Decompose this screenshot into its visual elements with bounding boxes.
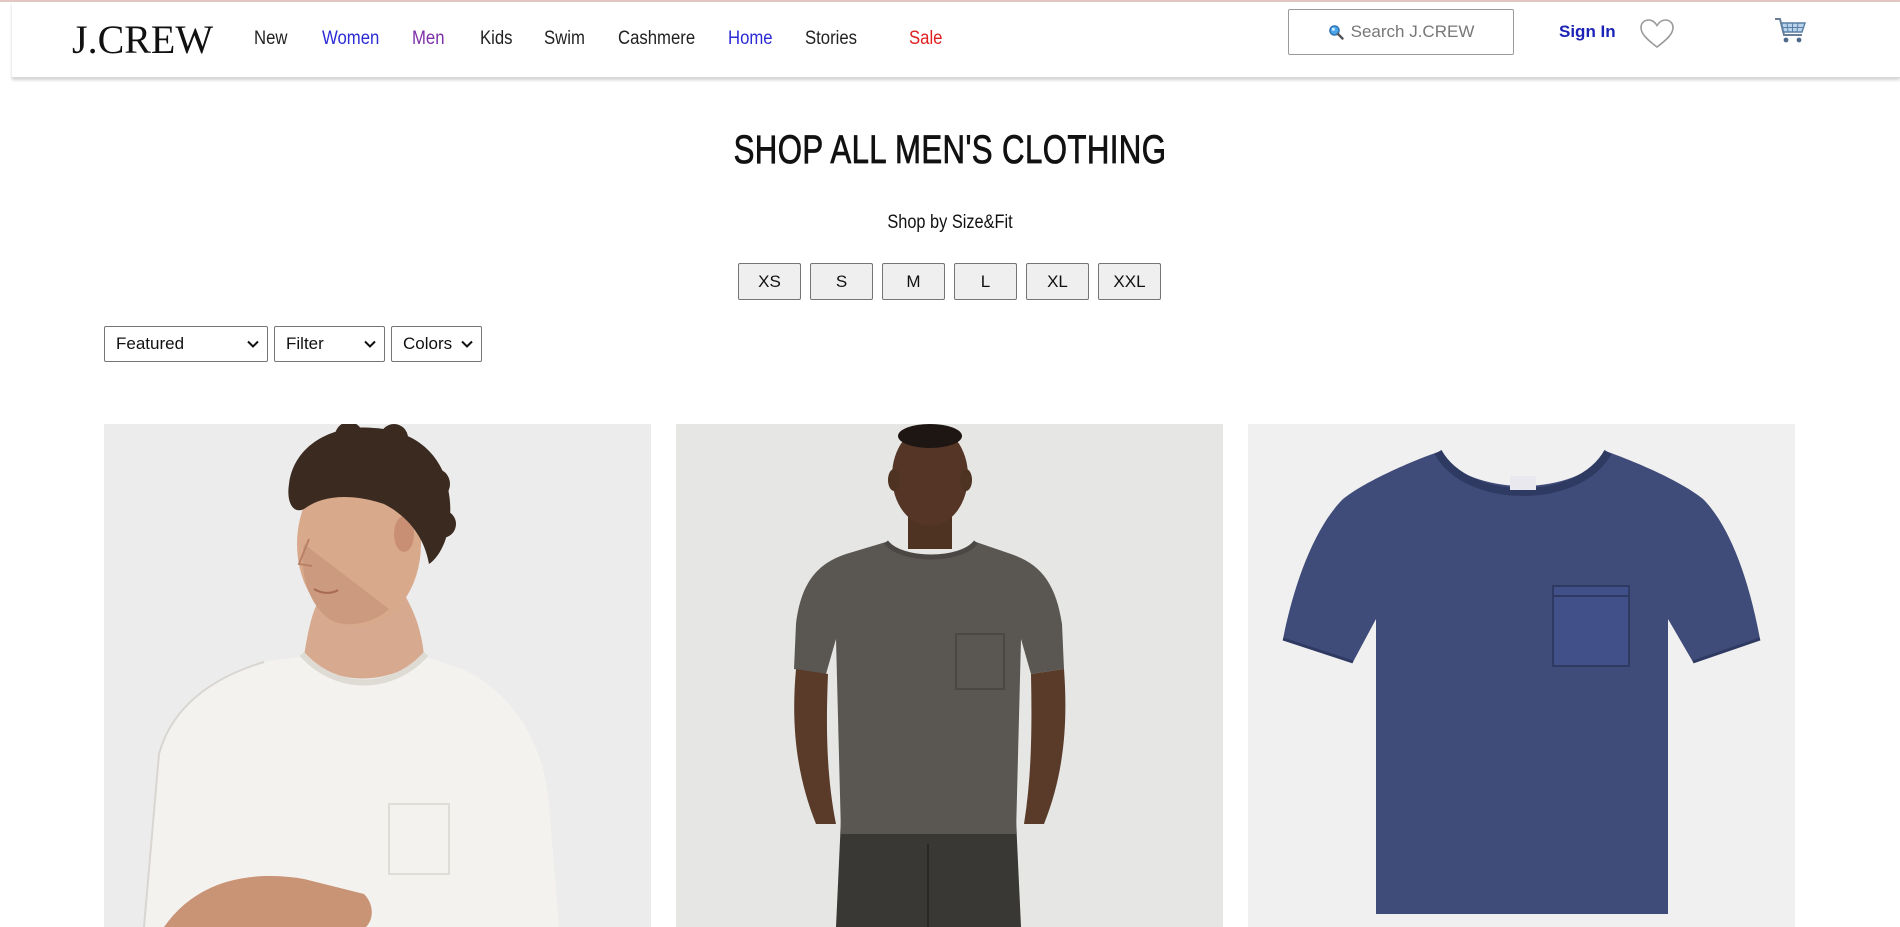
nav-stories[interactable]: Stories (805, 28, 857, 50)
nav-sale[interactable]: Sale (909, 28, 942, 50)
size-fit-heading: Shop by Size&Fit (887, 212, 1013, 233)
size-button-xs[interactable]: XS (738, 263, 801, 300)
product-image[interactable] (1248, 424, 1795, 927)
nav-men[interactable]: Men (412, 28, 445, 50)
shopping-cart-icon[interactable] (1773, 14, 1809, 46)
search-icon (1328, 24, 1344, 40)
chevron-down-icon (461, 340, 473, 348)
nav-women[interactable]: Women (322, 28, 379, 50)
heart-icon[interactable] (1639, 18, 1675, 50)
chevron-down-icon (247, 340, 259, 348)
sort-select[interactable]: Featured (104, 326, 268, 362)
size-button-l[interactable]: L (954, 263, 1017, 300)
brand-logo[interactable]: J.CREW (72, 16, 213, 64)
product-card[interactable] (1248, 424, 1795, 927)
product-card[interactable] (676, 424, 1223, 927)
chevron-down-icon (364, 340, 376, 348)
colors-select-value: Colors (403, 334, 453, 353)
size-button-m[interactable]: M (882, 263, 945, 300)
filter-select-value: Filter (286, 334, 324, 353)
size-filter-buttons: XS S M L XL XXL (738, 263, 1161, 300)
nav-kids[interactable]: Kids (480, 28, 513, 50)
size-button-s[interactable]: S (810, 263, 873, 300)
size-button-xl[interactable]: XL (1026, 263, 1089, 300)
search-input[interactable]: Search J.CREW (1288, 9, 1514, 55)
nav-home[interactable]: Home (728, 28, 773, 50)
search-placeholder: Search J.CREW (1350, 22, 1475, 41)
page-title: SHOP ALL MEN'S CLOTHING (733, 128, 1167, 173)
listing-controls: Featured Filter Colors (104, 326, 482, 362)
sort-select-value: Featured (116, 334, 185, 353)
nav-new[interactable]: New (254, 28, 287, 50)
nav-swim[interactable]: Swim (544, 28, 585, 50)
product-grid (104, 424, 1796, 927)
product-card[interactable] (104, 424, 651, 927)
site-header: J.CREW New Women Men Kids Swim Cashmere … (12, 2, 1900, 78)
product-image[interactable] (676, 424, 1223, 927)
nav-cashmere[interactable]: Cashmere (618, 28, 695, 50)
sign-in-link[interactable]: Sign In (1559, 22, 1616, 42)
filter-select[interactable]: Filter (274, 326, 385, 362)
colors-select[interactable]: Colors (391, 326, 482, 362)
size-button-xxl[interactable]: XXL (1098, 263, 1161, 300)
product-image[interactable] (104, 424, 651, 927)
